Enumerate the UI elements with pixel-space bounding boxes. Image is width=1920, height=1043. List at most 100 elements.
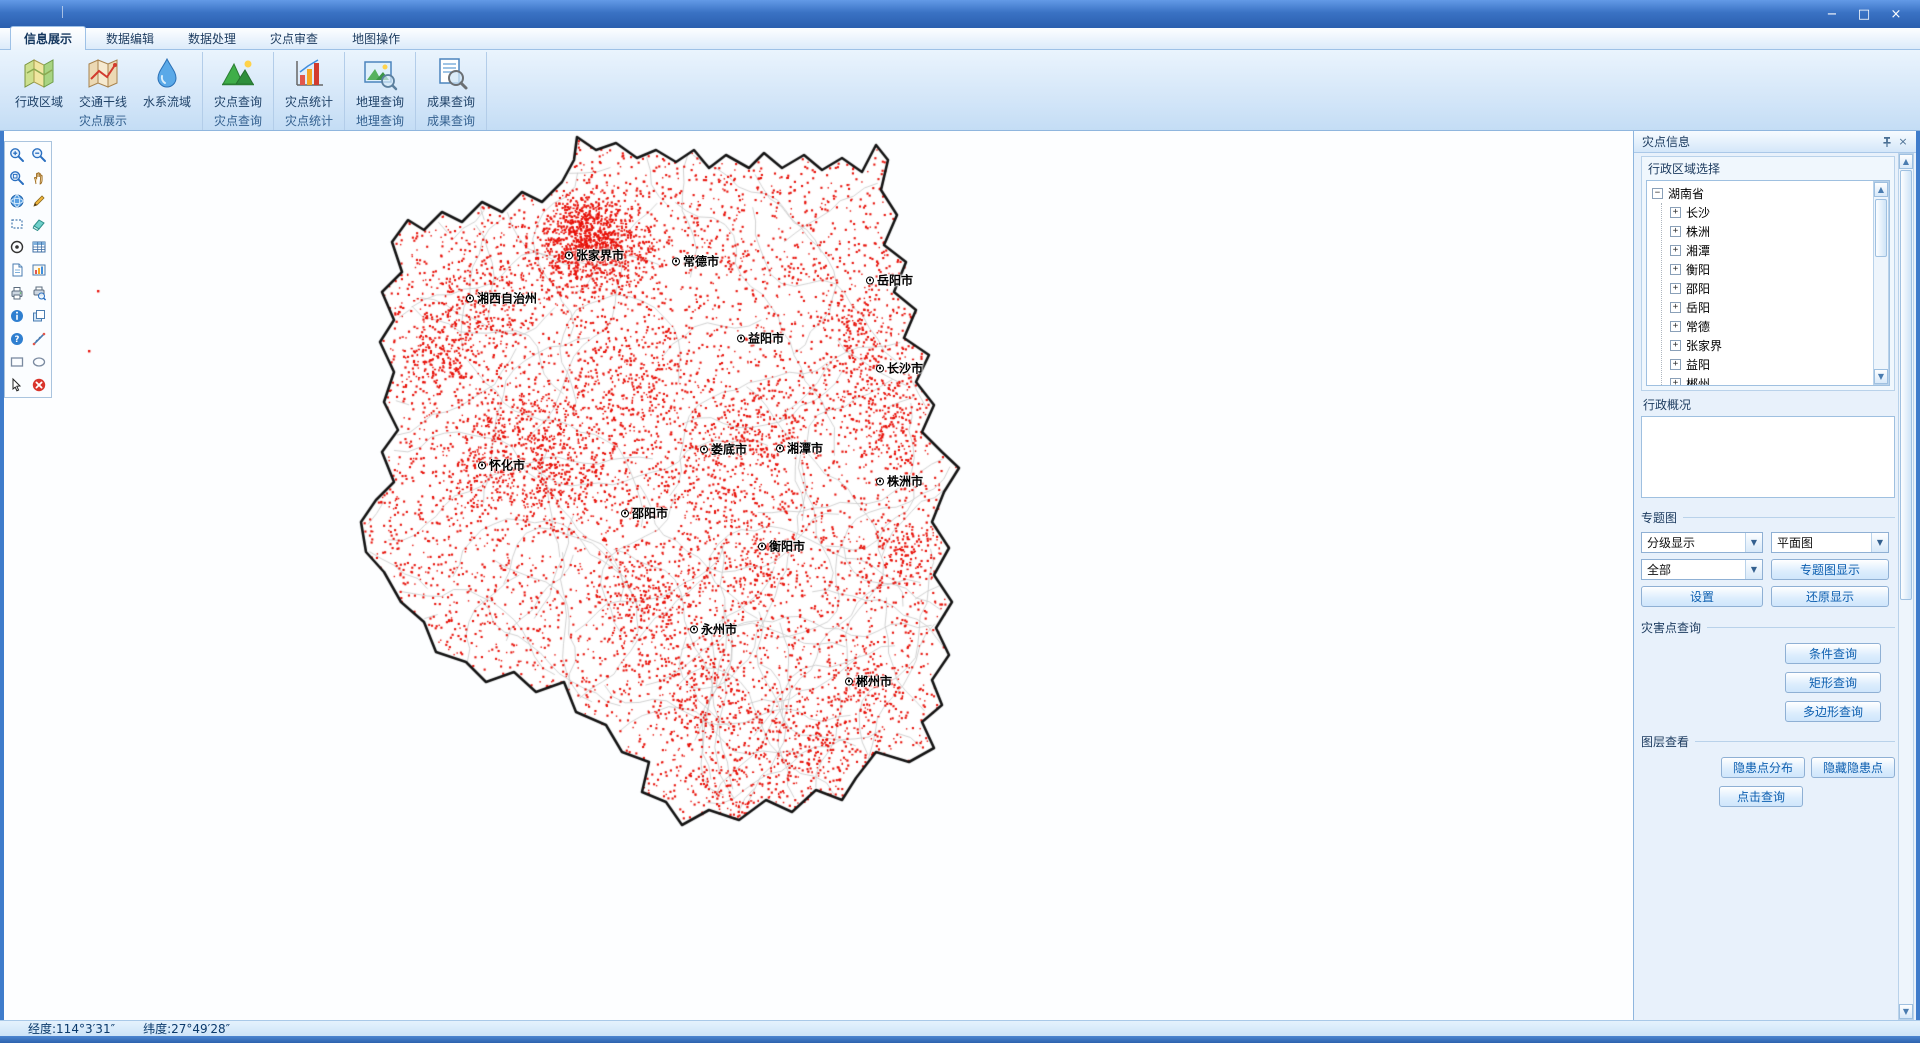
hidden-point-distribution-button[interactable]: 隐患点分布 [1721,757,1805,778]
info-tool[interactable] [6,304,28,327]
tree-node-root[interactable]: −湖南省 [1652,184,1873,203]
tab-data-edit[interactable]: 数据编辑 [92,26,168,50]
panel-title: 灾点信息 [1642,133,1690,150]
measure-tool[interactable] [28,327,50,350]
tree-node[interactable]: +衡阳 [1670,260,1873,279]
thematic-show-button[interactable]: 专题图显示 [1771,559,1889,580]
restore-display-button[interactable]: 还原显示 [1771,586,1889,607]
titlebar-divider [62,6,63,18]
tree-node[interactable]: +郴州 [1670,374,1873,385]
zoom-in-tool[interactable] [6,143,28,166]
clear-selection-tool[interactable] [28,373,50,396]
ribbon-button-label: 地理查询 [356,93,404,110]
select-rect-tool[interactable] [6,212,28,235]
tree-node-label: 岳阳 [1686,299,1710,316]
traffic-lines-button[interactable]: 交通干线 [71,52,135,112]
all-types-combo[interactable]: 全部 ▼ [1641,559,1763,580]
tab-info-display[interactable]: 信息展示 [10,26,86,50]
pin-icon[interactable] [1879,134,1895,150]
chevron-down-icon[interactable]: ▼ [1745,560,1762,579]
expand-icon[interactable]: + [1670,207,1681,218]
tree-node[interactable]: + 岳阳 [1670,298,1873,317]
result-query-button[interactable]: 成果查询 [419,52,483,112]
tree-scrollbar[interactable]: ▲ ▼ [1873,181,1889,385]
expand-icon[interactable]: + [1670,264,1681,275]
full-extent-tool[interactable] [6,189,28,212]
chevron-down-icon[interactable]: ▼ [1745,533,1762,552]
identify-tool[interactable] [6,235,28,258]
expand-icon[interactable]: + [1670,302,1681,313]
eraser-tool[interactable] [28,212,50,235]
expand-icon[interactable]: + [1670,378,1681,385]
maximize-button[interactable]: □ [1848,3,1880,25]
attribute-table-tool[interactable] [28,235,50,258]
layers-tool[interactable] [28,304,50,327]
polygon-query-button[interactable]: 多边形查询 [1785,701,1881,722]
panel-close-icon[interactable]: × [1895,134,1911,150]
scroll-up-icon[interactable]: ▲ [1899,154,1913,169]
water-system-button[interactable]: 水系流域 [135,52,199,112]
zoom-window-tool[interactable] [6,166,28,189]
expand-icon[interactable]: + [1670,245,1681,256]
condition-query-button[interactable]: 条件查询 [1785,643,1881,664]
rect-query-button[interactable]: 矩形查询 [1785,672,1881,693]
pan-tool[interactable] [28,166,50,189]
settings-button[interactable]: 设置 [1641,586,1763,607]
grade-display-combo[interactable]: 分级显示 ▼ [1641,532,1763,553]
click-query-button[interactable]: 点击查询 [1719,786,1803,807]
ellipse-tool[interactable] [28,350,50,373]
overview-textbox[interactable] [1641,416,1895,498]
tree-node[interactable]: +常德 [1670,317,1873,336]
tree-node[interactable]: +邵阳 [1670,279,1873,298]
scrollbar-thumb[interactable] [1900,170,1912,600]
plane-map-combo[interactable]: 平面图 ▼ [1771,532,1889,553]
layer-view-title: 图层查看 [1641,733,1689,750]
disaster-stats-button[interactable]: 灾点统计 [277,52,341,112]
scroll-down-icon[interactable]: ▼ [1874,369,1888,384]
expand-icon[interactable]: + [1670,283,1681,294]
collapse-icon[interactable]: − [1652,188,1663,199]
minimize-button[interactable]: − [1816,3,1848,25]
scroll-up-icon[interactable]: ▲ [1874,182,1888,197]
disaster-query-button[interactable]: 灾点查询 [206,52,270,112]
tree-node[interactable]: +株洲 [1670,222,1873,241]
rectangle-tool[interactable] [6,350,28,373]
zoom-out-tool[interactable] [28,143,50,166]
ribbon-group: 灾点统计灾点统计 [274,52,345,130]
expand-icon[interactable]: + [1670,321,1681,332]
scrollbar-thumb[interactable] [1875,199,1887,257]
print-preview-tool[interactable] [28,281,50,304]
panel-scrollbar[interactable]: ▲ ▼ [1898,153,1914,1020]
tree-node[interactable]: +长沙 [1670,203,1873,222]
tree-node[interactable]: +张家界 [1670,336,1873,355]
expand-icon[interactable]: + [1670,359,1681,370]
geo-query-button[interactable]: 地理查询 [348,52,412,112]
scroll-down-icon[interactable]: ▼ [1899,1004,1913,1019]
window-controls: − □ × [1816,3,1920,25]
tree-node[interactable]: +益阳 [1670,355,1873,374]
select-features-tool[interactable] [6,373,28,396]
tab-disaster-review[interactable]: 灾点审查 [256,26,332,50]
help-tool[interactable]: ? [6,327,28,350]
document-tool[interactable] [6,258,28,281]
expand-icon[interactable]: + [1670,226,1681,237]
tree-node-label: 湖南省 [1668,185,1704,202]
expand-icon[interactable]: + [1670,340,1681,351]
ribbon-toolbar: 行政区域交通干线水系流域灾点展示灾点查询灾点查询灾点统计灾点统计地理查询地理查询… [0,50,1920,131]
draw-line-tool[interactable] [28,189,50,212]
panel-content: 行政区域选择 −湖南省+长沙+株洲+湘潭+衡阳+邵阳+岳阳+常德+张家界+益阳+… [1634,153,1898,1020]
disaster-query-title: 灾害点查询 [1641,619,1701,636]
close-button[interactable]: × [1880,3,1912,25]
ribbon-group-caption: 灾点查询 [206,112,270,130]
print-tool[interactable] [6,281,28,304]
chevron-down-icon[interactable]: ▼ [1871,533,1888,552]
chart-tool[interactable] [28,258,50,281]
tab-data-process[interactable]: 数据处理 [174,26,250,50]
tree-node[interactable]: +湘潭 [1670,241,1873,260]
map-area[interactable]: 张家界市常德市岳阳市湘西自治州益阳市长沙市娄底市湘潭市株洲市怀化市邵阳市衡阳市永… [4,131,1633,1020]
tab-map-operation[interactable]: 地图操作 [338,26,414,50]
admin-region-button[interactable]: 行政区域 [7,52,71,112]
hide-hidden-points-button[interactable]: 隐藏隐患点 [1811,757,1895,778]
map-canvas[interactable] [4,131,1633,1020]
main-area: 张家界市常德市岳阳市湘西自治州益阳市长沙市娄底市湘潭市株洲市怀化市邵阳市衡阳市永… [0,131,1920,1020]
